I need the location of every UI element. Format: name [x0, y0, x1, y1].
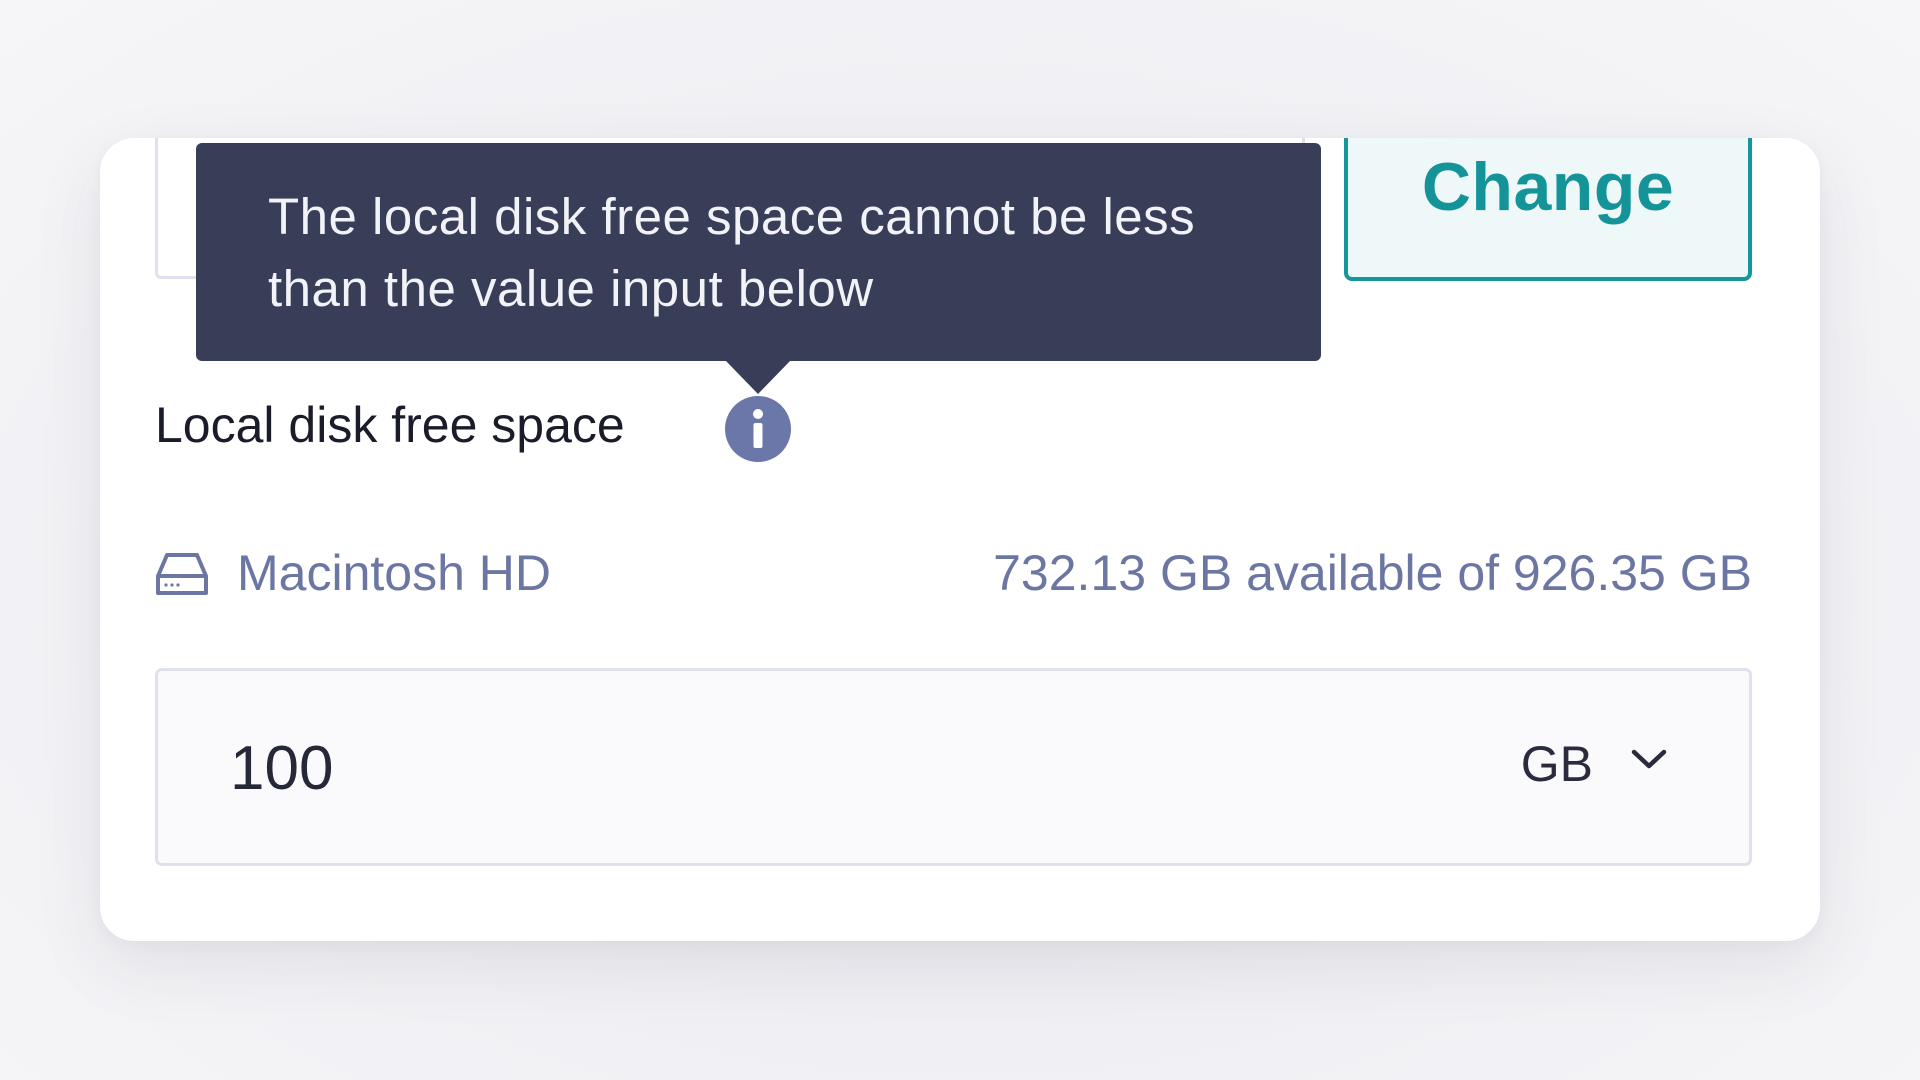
free-space-input[interactable] — [230, 733, 1130, 804]
disk-capacity-text: 732.13 GB available of 926.35 GB — [993, 545, 1752, 601]
disk-info-row: Macintosh HD 732.13 GB available of 926.… — [155, 542, 1752, 612]
info-icon[interactable] — [725, 396, 791, 462]
unit-select[interactable]: GB — [1479, 731, 1679, 801]
unit-select-label: GB — [1520, 736, 1593, 792]
change-button[interactable]: Change — [1344, 138, 1752, 281]
chevron-down-icon — [1629, 745, 1669, 778]
hard-drive-icon — [155, 550, 209, 603]
change-button-label: Change — [1421, 149, 1675, 225]
info-tooltip: The local disk free space cannot be less… — [196, 143, 1321, 361]
disk-name: Macintosh HD — [237, 545, 551, 601]
storage-settings-card: Change Local disk free space The local d… — [100, 138, 1820, 941]
tooltip-arrow — [725, 360, 791, 394]
free-space-field: GB — [155, 668, 1752, 866]
local-disk-free-space-label: Local disk free space — [155, 397, 625, 453]
